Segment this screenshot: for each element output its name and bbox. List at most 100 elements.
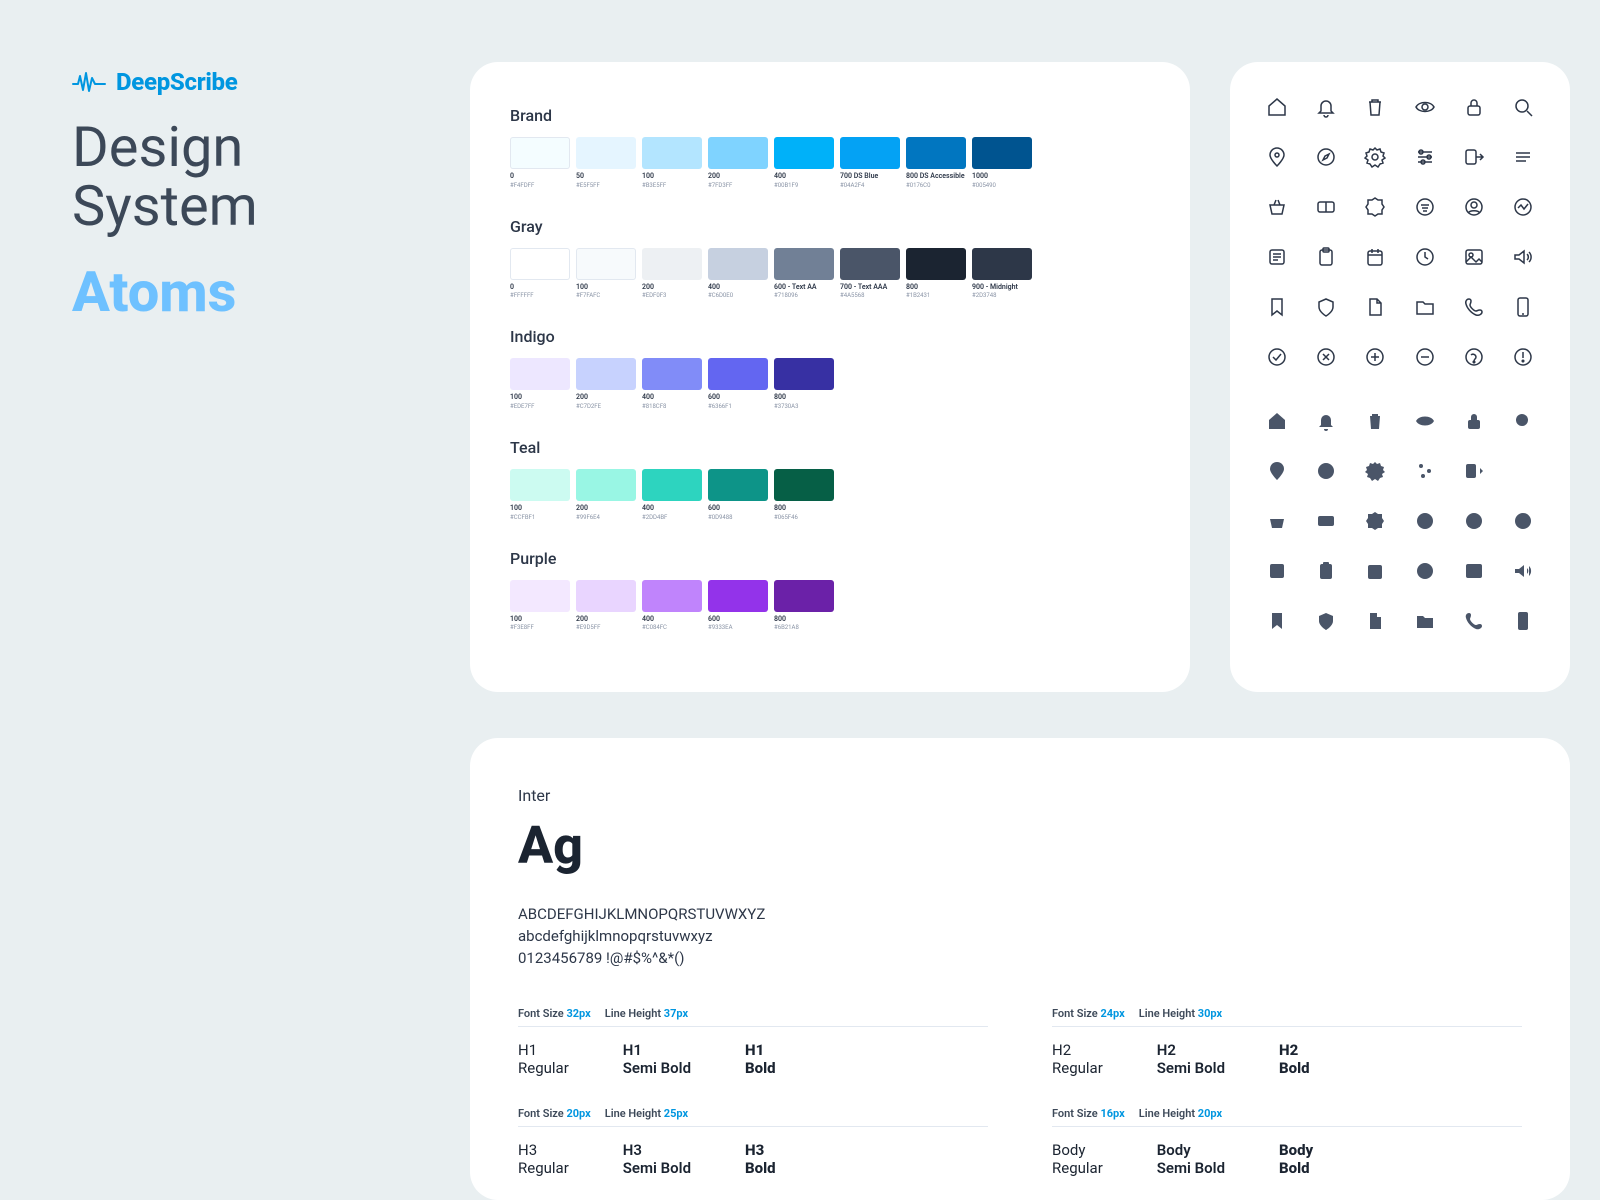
color-swatch: 400#2DD4BF	[642, 469, 702, 521]
type-column: Font Size 32pxLine Height 37pxH1RegularH…	[518, 1007, 988, 1200]
color-section-title: Brand	[510, 106, 1150, 125]
help-circle-icon	[1463, 346, 1485, 368]
colors-card: Brand0#F4FDFF50#E5F5FF100#B3E5FF200#7FD3…	[470, 62, 1190, 692]
alphabet-sample: ABCDEFGHIJKLMNOPQRSTUVWXYZ abcdefghijklm…	[518, 904, 1522, 969]
color-swatch: 600#9333EA	[708, 580, 768, 632]
swatch-label: 100	[510, 616, 570, 624]
swatch-hex: #00B1F9	[774, 182, 834, 189]
type-weight-sample: H1Bold	[745, 1041, 776, 1077]
swatch-chip	[774, 580, 834, 612]
swatch-label: 100	[510, 505, 570, 513]
type-spec-row: Font Size 20pxLine Height 25px	[518, 1107, 988, 1120]
swatch-hex: #E5F5FF	[576, 182, 636, 189]
color-swatch: 100#F7FAFC	[576, 248, 636, 300]
type-weight-sample: H3Semi Bold	[623, 1141, 691, 1177]
type-weight-sample: H3Regular	[518, 1141, 569, 1177]
swatch-chip	[510, 137, 570, 169]
swatch-chip	[510, 358, 570, 390]
swatch-label: 0	[510, 173, 570, 181]
swatch-chip	[708, 137, 768, 169]
color-swatch: 600 - Text AA#718096	[774, 248, 834, 300]
swatch-chip	[708, 580, 768, 612]
settings-icon	[1364, 146, 1386, 168]
color-swatch: 100#B3E5FF	[642, 137, 702, 189]
color-section-title: Indigo	[510, 327, 1150, 346]
calendar-icon	[1364, 246, 1386, 268]
swatch-label: 50	[576, 173, 636, 181]
color-swatch: 400#C084FC	[642, 580, 702, 632]
swatch-chip	[708, 248, 768, 280]
swatch-hex: #3730A3	[774, 403, 834, 410]
volume-icon	[1512, 560, 1534, 582]
pin-icon	[1266, 460, 1288, 482]
swatch-label: 400	[642, 616, 702, 624]
color-swatch: 0#FFFFFF	[510, 248, 570, 300]
swatch-hex: #99F6E4	[576, 514, 636, 521]
swatch-chip	[510, 248, 570, 280]
clipboard-icon	[1315, 246, 1337, 268]
swatch-label: 900 - Midnight	[972, 284, 1032, 292]
bell-icon	[1315, 96, 1337, 118]
swatch-hex: #0D9488	[708, 514, 768, 521]
swatch-label: 100	[576, 284, 636, 292]
color-section-purple: Purple100#F3E8FF200#E9D5FF400#C084FC600#…	[510, 549, 1150, 632]
swatch-chip	[642, 358, 702, 390]
lock-icon	[1463, 410, 1485, 432]
color-swatch: 1000#005490	[972, 137, 1032, 189]
color-swatch: 200#C7D2FE	[576, 358, 636, 410]
swatch-label: 100	[642, 173, 702, 181]
basket-icon	[1266, 510, 1288, 532]
folder-icon	[1414, 296, 1436, 318]
swatch-hex: #4A5568	[840, 292, 900, 299]
swatch-chip	[642, 248, 702, 280]
swatch-chip	[906, 137, 966, 169]
swatch-label: 400	[774, 173, 834, 181]
type-weights-row: H3RegularH3Semi BoldH3Bold	[518, 1141, 988, 1177]
plus-circle-icon	[1364, 346, 1386, 368]
type-column: Font Size 24pxLine Height 30pxH2RegularH…	[1052, 1007, 1522, 1200]
swatch-hex: #818CF8	[642, 403, 702, 410]
color-swatch: 400#C6D0E0	[708, 248, 768, 300]
type-spec-row: Font Size 16pxLine Height 20px	[1052, 1107, 1522, 1120]
shield-icon	[1315, 610, 1337, 632]
swatch-chip	[576, 248, 636, 280]
clock-icon	[1414, 246, 1436, 268]
swatch-hex: #9333EA	[708, 624, 768, 631]
minus-circle-icon	[1414, 346, 1436, 368]
header-block: DeepScribe DesignSystem Atoms	[72, 68, 258, 320]
swatch-hex: #04A2F4	[840, 182, 900, 189]
color-swatch: 100#F3E8FF	[510, 580, 570, 632]
color-swatch: 200#EDF0F3	[642, 248, 702, 300]
smartphone-icon	[1512, 296, 1534, 318]
swatch-chip	[972, 248, 1032, 280]
compass-icon	[1315, 460, 1337, 482]
icons-card	[1230, 62, 1570, 692]
type-weight-sample: H2Regular	[1052, 1041, 1103, 1077]
swatch-label: 400	[708, 284, 768, 292]
calendar-icon	[1364, 560, 1386, 582]
swatch-chip	[774, 358, 834, 390]
color-swatch: 600#6366F1	[708, 358, 768, 410]
settings-icon	[1364, 460, 1386, 482]
type-weight-sample: H1Semi Bold	[623, 1041, 691, 1077]
image-icon	[1463, 246, 1485, 268]
swatch-label: 400	[642, 394, 702, 402]
type-weight-sample: BodySemi Bold	[1157, 1141, 1225, 1177]
swatch-label: 800	[906, 284, 966, 292]
user-circle-icon	[1463, 196, 1485, 218]
color-swatch: 800#065F46	[774, 469, 834, 521]
swatch-label: 600	[708, 394, 768, 402]
swatch-chip	[774, 137, 834, 169]
color-swatch: 600#0D9488	[708, 469, 768, 521]
type-weight-sample: H2Bold	[1279, 1041, 1310, 1077]
typography-card: Inter Ag ABCDEFGHIJKLMNOPQRSTUVWXYZ abcd…	[470, 738, 1570, 1200]
swatch-label: 100	[510, 394, 570, 402]
swatch-hex: #C6D0E0	[708, 292, 768, 299]
lock-icon	[1463, 96, 1485, 118]
activity-icon	[1512, 510, 1534, 532]
swatch-chip	[708, 358, 768, 390]
page-subtitle: Atoms	[72, 264, 258, 320]
phone-icon	[1463, 610, 1485, 632]
swatch-hex: #1B2431	[906, 292, 966, 299]
logout-icon	[1463, 146, 1485, 168]
